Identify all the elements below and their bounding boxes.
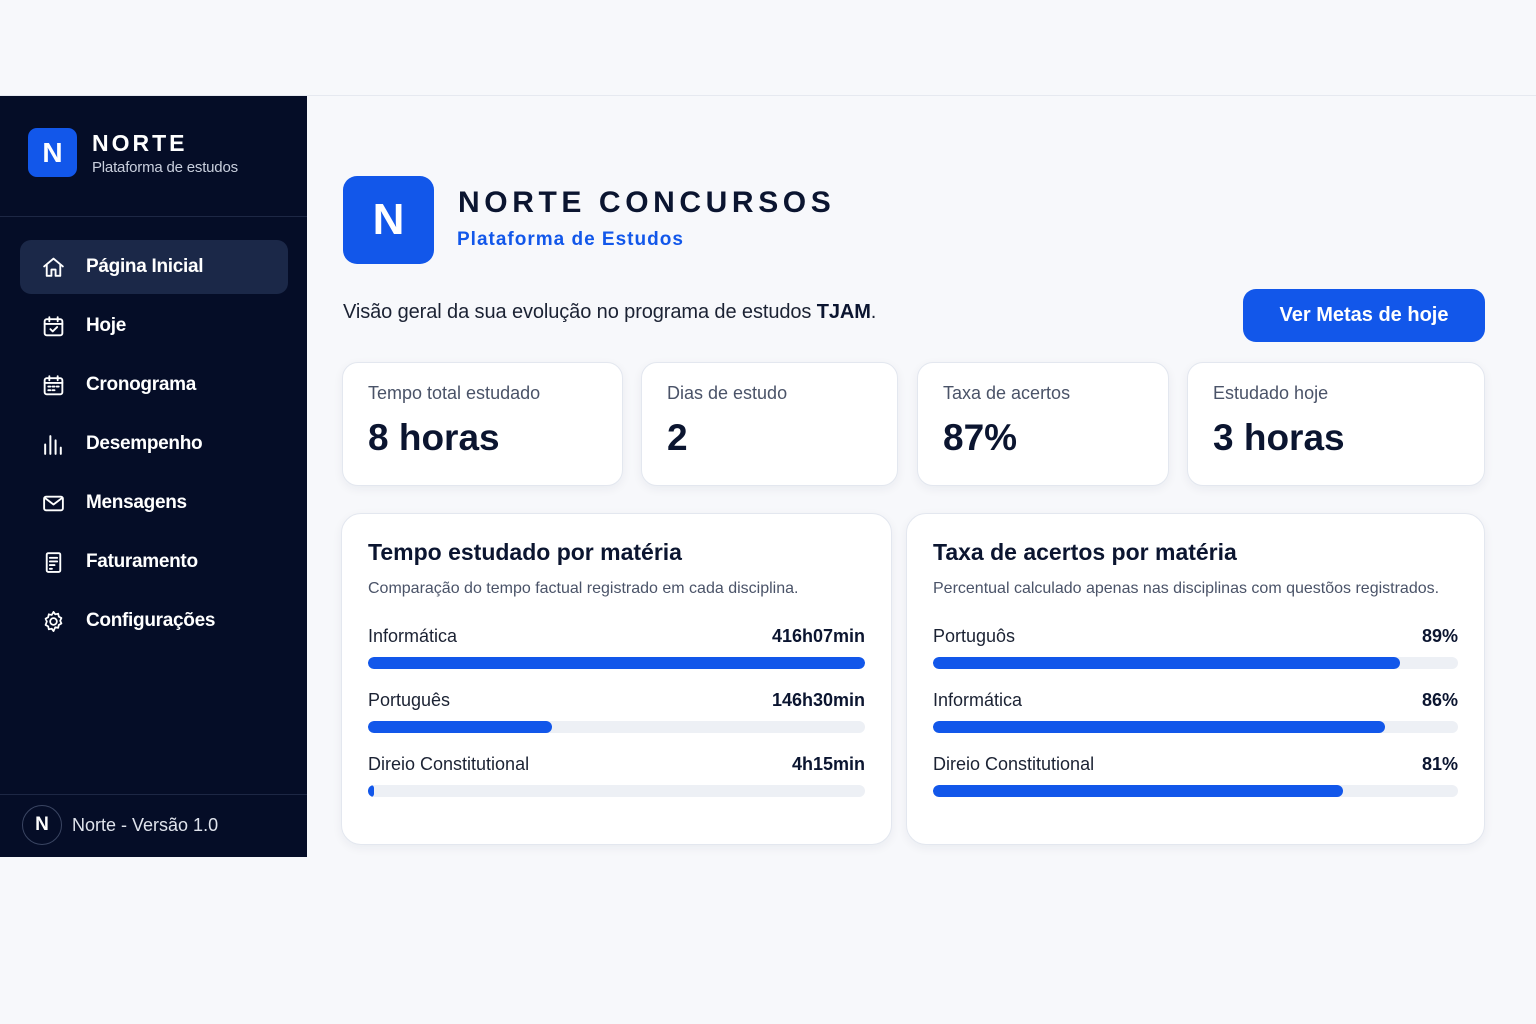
calendar-check-icon [40, 313, 66, 339]
sidebar-item-label: Faturamento [86, 551, 198, 572]
sidebar-item-faturamento[interactable]: Faturamento [20, 535, 288, 589]
stat-value: 2 [667, 417, 688, 458]
subject-row: Informática 416h07min [368, 626, 865, 669]
progress-track [933, 785, 1458, 797]
subject-time: 416h07min [771, 626, 865, 646]
bar-chart-icon [40, 431, 66, 457]
progress-fill [933, 721, 1385, 733]
stat-label: Estudado hoje [1213, 383, 1329, 403]
view-today-goals-button[interactable]: Ver Metas de hoje [1243, 289, 1485, 342]
subject-accuracy: 89% [1421, 626, 1458, 646]
panel-description: Comparação do tempo factual registrado e… [368, 580, 799, 597]
sidebar-item-label: Página Inicial [86, 256, 204, 277]
sidebar-item-configuracoes[interactable]: Configurações [20, 594, 288, 648]
footer-logo: N [22, 805, 62, 845]
progress-track [368, 657, 865, 669]
subject-row: Portuguôs 89% [933, 626, 1458, 669]
subject-accuracy: 86% [1421, 690, 1458, 710]
brand-name: NORTE [92, 129, 188, 156]
mail-icon [40, 490, 66, 516]
panel-title: Taxa de acertos por matéria [933, 539, 1237, 565]
progress-fill [933, 657, 1401, 669]
brand-logo: N [28, 128, 77, 177]
progress-track [933, 657, 1458, 669]
sidebar-item-label: Hoje [86, 315, 126, 336]
stat-card-study-days: Dias de estudo 2 [641, 362, 898, 486]
sidebar-item-label: Configurações [86, 610, 216, 631]
program-name: TJAM [816, 301, 871, 323]
sidebar-item-desempenho[interactable]: Desempenho [20, 417, 288, 471]
panel-title: Tempo estudado por matéria [368, 539, 682, 565]
sidebar: N NORTE Plataforma de estudos Página Ini… [0, 96, 307, 857]
sidebar-footer: N Norte - Versão 1.0 [22, 805, 218, 845]
subject-row: Direio Constitutional 81% [933, 754, 1458, 797]
home-icon [40, 254, 66, 280]
stat-value: 87% [943, 417, 1018, 458]
subject-name: Portuguôs [933, 626, 1016, 646]
progress-fill [933, 785, 1343, 797]
subject-time: 4h15min [791, 754, 865, 774]
brand[interactable]: N NORTE Plataforma de estudos [28, 128, 238, 177]
stat-label: Taxa de acertos [943, 383, 1071, 403]
sidebar-item-pagina-inicial[interactable]: Página Inicial [20, 240, 288, 294]
sidebar-nav: Página Inicial Hoje Cronograma Desempenh… [20, 240, 288, 653]
page-subtitle: Plataforma de Estudos [457, 229, 684, 250]
progress-track [368, 785, 865, 797]
sidebar-divider [0, 216, 307, 217]
stat-value: 8 horas [368, 417, 500, 458]
subject-list: Informática 416h07min Português 146h30mi… [368, 626, 865, 797]
version-label: Norte - Versão 1.0 [72, 814, 219, 835]
sidebar-item-label: Mensagens [86, 492, 187, 513]
stat-value: 3 horas [1213, 417, 1345, 458]
stat-label: Tempo total estudado [368, 383, 541, 403]
sidebar-item-mensagens[interactable]: Mensagens [20, 476, 288, 530]
subject-name: Direio Constitutional [368, 754, 530, 774]
gear-icon [40, 608, 66, 634]
progress-fill [368, 657, 865, 669]
subject-name: Informática [933, 690, 1023, 710]
overview-text: Visão geral da sua evolução no programa … [343, 301, 877, 323]
subject-row: Português 146h30min [368, 690, 865, 733]
sidebar-item-label: Cronograma [86, 374, 196, 395]
time-by-subject-panel: Tempo estudado por matéria Comparação do… [341, 513, 892, 845]
receipt-icon [40, 549, 66, 575]
brand-subtitle: Plataforma de estudos [92, 158, 238, 176]
sidebar-item-hoje[interactable]: Hoje [20, 299, 288, 353]
calendar-icon [40, 372, 66, 398]
subject-list: Portuguôs 89% Informática 86% Direio Con… [933, 626, 1458, 797]
progress-fill [368, 785, 375, 797]
sidebar-item-label: Desempenho [86, 433, 203, 454]
stat-card-studied-today: Estudado hoje 3 horas [1187, 362, 1485, 486]
subject-name: Direio Constitutional [933, 754, 1095, 774]
panel-description: Percentual calculado apenas nas discipli… [933, 580, 1440, 597]
subject-time: 146h30min [771, 690, 865, 710]
stat-card-accuracy: Taxa de acertos 87% [917, 362, 1169, 486]
progress-track [933, 721, 1458, 733]
accuracy-by-subject-panel: Taxa de acertos por matéria Percentual c… [906, 513, 1485, 845]
progress-track [368, 721, 865, 733]
progress-fill [368, 721, 552, 733]
subject-name: Informática [368, 626, 458, 646]
stat-label: Dias de estudo [667, 383, 788, 403]
page-title: NORTE CONCURSOS [458, 186, 836, 219]
sidebar-footer-divider [0, 794, 307, 795]
subject-row: Direio Constitutional 4h15min [368, 754, 865, 797]
sidebar-item-cronograma[interactable]: Cronograma [20, 358, 288, 412]
subject-name: Português [368, 690, 451, 710]
main-logo: N [343, 176, 434, 264]
subject-accuracy: 81% [1421, 754, 1458, 774]
subject-row: Informática 86% [933, 690, 1458, 733]
stat-card-total-time: Tempo total estudado 8 horas [342, 362, 623, 486]
